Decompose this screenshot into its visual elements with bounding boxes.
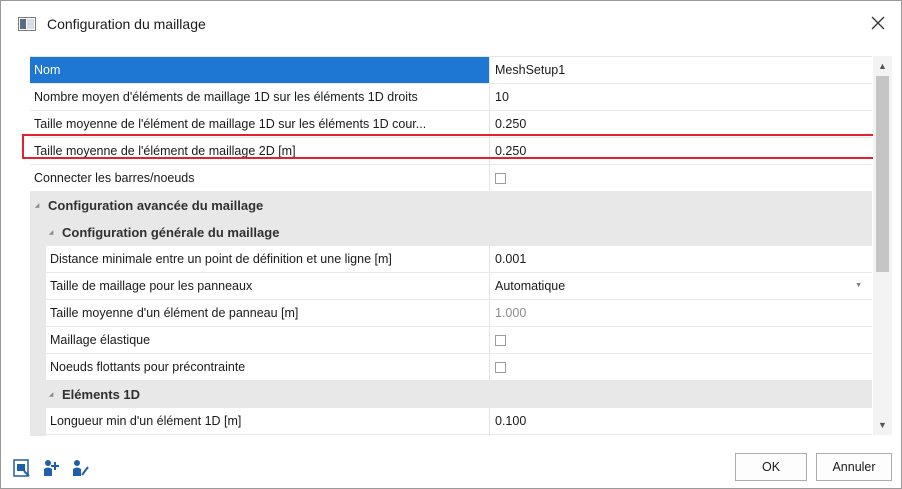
- checkbox[interactable]: [495, 361, 506, 373]
- property-row[interactable]: Longueur max d'un élément 1D [m]100.000: [30, 435, 872, 436]
- title-bar: Configuration du maillage: [1, 1, 901, 47]
- property-value[interactable]: 100.000: [490, 435, 872, 436]
- vertical-scrollbar[interactable]: ▲ ▼: [873, 56, 892, 435]
- property-name: Taille moyenne de l'élément de maillage …: [30, 111, 490, 137]
- property-name: Taille de maillage pour les panneaux: [30, 273, 490, 299]
- property-name: Longueur min d'un élément 1D [m]: [30, 408, 490, 434]
- property-row[interactable]: Longueur min d'un élément 1D [m] 0.100: [30, 408, 872, 435]
- property-row[interactable]: Connecter les barres/noeuds: [30, 165, 872, 192]
- window-title: Configuration du maillage: [47, 16, 206, 32]
- checkbox-cell[interactable]: [490, 354, 872, 380]
- property-name: Connecter les barres/noeuds: [30, 165, 490, 191]
- property-value[interactable]: 1.000: [490, 300, 872, 326]
- value-text: 0.250: [495, 117, 527, 131]
- user-edit-icon[interactable]: [70, 458, 90, 478]
- property-name: Distance minimale entre un point de défi…: [30, 246, 490, 272]
- group-header[interactable]: ◢ Eléments 1D: [30, 381, 872, 408]
- checkbox-cell[interactable]: [490, 165, 872, 191]
- value-text: 10: [495, 90, 509, 104]
- group-title: Configuration avancée du maillage: [48, 197, 264, 213]
- group-label: ◢ Configuration générale du maillage: [30, 219, 280, 245]
- value-text: 1.000: [495, 306, 527, 320]
- property-row[interactable]: Maillage élastique: [30, 327, 872, 354]
- property-row[interactable]: Taille moyenne de l'élément de maillage …: [30, 111, 872, 138]
- property-name: Taille moyenne d'un élément de panneau […: [30, 300, 490, 326]
- property-name: Nombre moyen d'éléments de maillage 1D s…: [30, 84, 490, 110]
- close-button[interactable]: [863, 9, 893, 39]
- close-icon: [871, 16, 885, 33]
- property-name: Noeuds flottants pour précontrainte: [30, 354, 490, 380]
- checkbox-cell[interactable]: [490, 327, 872, 353]
- user-add-icon[interactable]: [41, 458, 61, 478]
- collapse-arrow-icon[interactable]: ◢: [44, 229, 58, 236]
- group-title: Configuration générale du maillage: [62, 224, 280, 240]
- property-grid: Nom MeshSetup1 Nombre moyen d'éléments de …: [30, 56, 872, 436]
- document-icon[interactable]: [12, 458, 32, 478]
- ok-button[interactable]: OK: [735, 453, 807, 481]
- scroll-thumb[interactable]: [876, 76, 889, 272]
- value-text: 0.001: [495, 252, 527, 266]
- window-app-icon: [18, 17, 36, 31]
- collapse-arrow-icon[interactable]: ◢: [30, 202, 44, 209]
- checkbox[interactable]: [495, 172, 506, 184]
- scroll-down-icon[interactable]: ▼: [873, 417, 892, 433]
- group-header[interactable]: ◢ Configuration avancée du maillage: [30, 192, 872, 219]
- property-name: Longueur max d'un élément 1D [m]: [30, 435, 490, 436]
- value-text: 0.100: [495, 414, 527, 428]
- property-value[interactable]: 0.250: [490, 138, 872, 164]
- property-row[interactable]: Taille de maillage pour les panneaux Auto…: [30, 273, 872, 300]
- group-title: Eléments 1D: [62, 386, 141, 402]
- group-header[interactable]: ◢ Configuration générale du maillage: [30, 219, 872, 246]
- property-row[interactable]: Distance minimale entre un point de défi…: [30, 246, 872, 273]
- property-value[interactable]: 0.001: [490, 246, 872, 272]
- property-row-selected[interactable]: Nom MeshSetup1: [30, 57, 872, 84]
- property-row[interactable]: Nombre moyen d'éléments de maillage 1D s…: [30, 84, 872, 111]
- cancel-button[interactable]: Annuler: [816, 453, 892, 481]
- scroll-up-icon[interactable]: ▲: [873, 58, 892, 74]
- group-label: ◢ Eléments 1D: [30, 381, 140, 407]
- property-value[interactable]: 0.250: [490, 111, 872, 137]
- property-name: Nom: [30, 57, 490, 83]
- value-text: 0.250: [495, 144, 527, 158]
- dropdown-value[interactable]: Automatique ▼: [490, 273, 872, 299]
- checkbox[interactable]: [495, 334, 506, 346]
- property-value[interactable]: 0.100: [490, 408, 872, 434]
- collapse-arrow-icon[interactable]: ◢: [44, 391, 58, 398]
- property-name: Maillage élastique: [30, 327, 490, 353]
- dialog-window: Configuration du maillage Nom MeshSetup1 N…: [0, 0, 902, 489]
- value-text: MeshSetup1: [495, 63, 566, 77]
- property-value[interactable]: 10: [490, 84, 872, 110]
- property-row[interactable]: Taille moyenne d'un élément de panneau […: [30, 300, 872, 327]
- property-value[interactable]: MeshSetup1: [490, 57, 872, 83]
- chevron-down-icon[interactable]: ▼: [855, 282, 862, 289]
- value-text: Automatique: [495, 279, 566, 293]
- bottom-bar: OK Annuler: [1, 441, 901, 488]
- property-name: Taille moyenne de l'élément de maillage …: [30, 138, 490, 164]
- property-row[interactable]: Noeuds flottants pour précontrainte: [30, 354, 872, 381]
- property-row[interactable]: Taille moyenne de l'élément de maillage …: [30, 138, 872, 165]
- group-label: ◢ Configuration avancée du maillage: [30, 192, 264, 218]
